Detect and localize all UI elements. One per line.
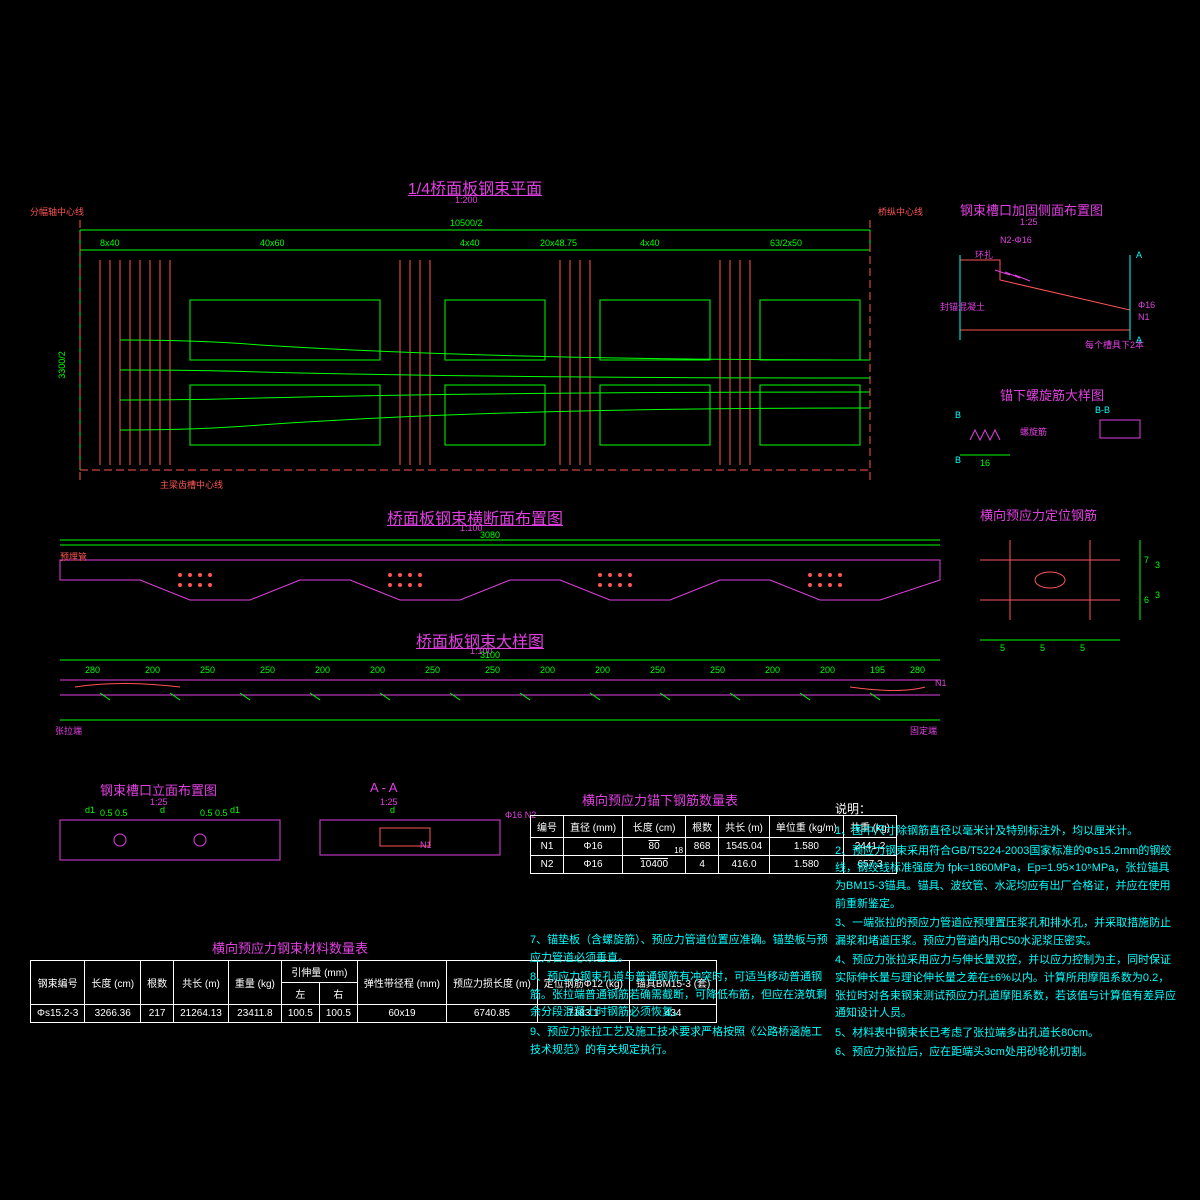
axis-left-label: 分幅轴中心线 [30,205,84,218]
b-mark2: B [955,455,961,465]
plan-scale: 1:200 [455,195,478,205]
det-seg-8: 200 [540,665,555,675]
locate-title: 横向预应力定位钢筋 [980,505,1097,524]
spiral-16: 16 [980,458,990,468]
det-w: 3100 [480,650,500,660]
spiral-title: 锚下螺旋筋大样图 [1000,385,1104,404]
ne-d1a: d1 [85,805,95,815]
notes-block-left: 7、锚垫板（含螺旋筋）、预应力管道位置应准确。锚垫板与预应力管道必须垂直。 8、… [530,930,830,1061]
axis-right-label: 桥纵中心线 [878,205,923,218]
det-seg-2: 250 [200,665,215,675]
loc-6: 6 [1144,595,1149,605]
notes-header: 说明： [835,800,1180,819]
hoop-label: 环扎 [975,248,993,261]
aa-d: d [390,805,395,815]
dim-seg5: 63/2x50 [770,238,802,248]
ne-d: d [160,805,165,815]
dim-seg3: 20x48.75 [540,238,577,248]
pipe-label: 预埋管 [60,550,87,563]
note-7: 7、锚垫板（含螺旋筋）、预应力管道位置应准确。锚垫板与预应力管道必须垂直。 [530,932,830,967]
det-seg-6: 250 [425,665,440,675]
det-seg-10: 250 [650,665,665,675]
note-8: 8、预应力钢束孔道与普通钢筋有冲突时，可适当移动普通钢筋。张拉端普通钢筋若确需截… [530,969,830,1022]
det-seg-0: 280 [85,665,100,675]
b-mark: B [955,410,961,420]
sec-w: 3080 [480,530,500,540]
det-seg-13: 200 [820,665,835,675]
ne-050: 0.5 0.5 [100,808,128,818]
loc-7a: 7 [1144,555,1149,565]
table2-title: 横向预应力锚下钢筋数量表 [540,790,780,809]
dim-top-total: 10500/2 [450,218,483,228]
det-seg-9: 200 [595,665,610,675]
det-seg-15: 280 [910,665,925,675]
bb-label: B-B [1095,405,1110,415]
girder-axis-label: 主梁齿槽中心线 [160,478,223,491]
loc-5b: 5 [1040,643,1045,653]
det-seg-1: 200 [145,665,160,675]
anchor-left: 张拉端 [55,724,82,737]
note-9: 9、预应力张拉工艺及施工技术要求严格按照《公路桥涵施工技术规范》的有关规定执行。 [530,1024,830,1059]
ne-d1b: d1 [230,805,240,815]
dim-left-h: 3300/2 [57,351,67,379]
note-4: 4、预应力张拉采用应力与伸长量双控，并以应力控制为主，同时保证实际伸长量与理论伸… [835,952,1180,1022]
notch-sec-scale: 1:25 [1020,217,1038,227]
a-top: A [1136,250,1142,260]
aa-title: A - A [370,780,397,795]
det-seg-5: 200 [370,665,385,675]
spiral-label: 螺旋筋 [1020,425,1047,438]
n2-r: N2-Φ16 [1000,235,1032,245]
note-1: 1、图中尺寸除钢筋直径以毫米计及特别标注外，均以厘米计。 [835,823,1180,841]
det-seg-7: 250 [485,665,500,675]
det-seg-4: 200 [315,665,330,675]
notes-block: 说明： 1、图中尺寸除钢筋直径以毫米计及特别标注外，均以厘米计。 2、预应力钢束… [835,800,1180,1064]
cad-drawing-page: 1/4桥面板钢束平面 1:200 桥面板钢束横断面布置图 1:100 桥面板钢束… [0,0,1200,1200]
a-bot: A [1136,335,1142,345]
det-seg-12: 200 [765,665,780,675]
dim-seg2: 4x40 [460,238,480,248]
det-seg-11: 250 [710,665,725,675]
loc-3a: 3 [1155,560,1160,570]
dim-seg0: 8x40 [100,238,120,248]
anchor-right: 固定端 [910,724,937,737]
phi16-r: Φ16 [1138,300,1155,310]
table1-title: 横向预应力钢束材料数量表 [100,938,480,957]
dim-seg4: 4x40 [640,238,660,248]
aa-n1: N1 [420,840,432,850]
note-3: 3、一端张拉的预应力管道应预埋置压浆孔和排水孔，并采取措施防止漏浆和堵道压浆。预… [835,915,1180,950]
seal-label: 封锚混凝土 [940,300,985,313]
loc-5c: 5 [1080,643,1085,653]
loc-5a: 5 [1000,643,1005,653]
dim-seg1: 40x60 [260,238,285,248]
note-2: 2、预应力钢束采用符合GB/T5224-2003国家标准的Φs15.2mm的钢绞… [835,843,1180,913]
note-5: 5、材料表中钢束长已考虑了张拉端多出孔道长80cm。 [835,1025,1180,1043]
n1-r: N1 [1138,312,1150,322]
det-seg-3: 250 [260,665,275,675]
note-6: 6、预应力张拉后，应在距端头3cm处用砂轮机切割。 [835,1044,1180,1062]
det-seg-14: 195 [870,665,885,675]
ne-050b: 0.5 0.5 [200,808,228,818]
loc-3b: 3 [1155,590,1160,600]
n1-label: N1 [935,678,947,688]
